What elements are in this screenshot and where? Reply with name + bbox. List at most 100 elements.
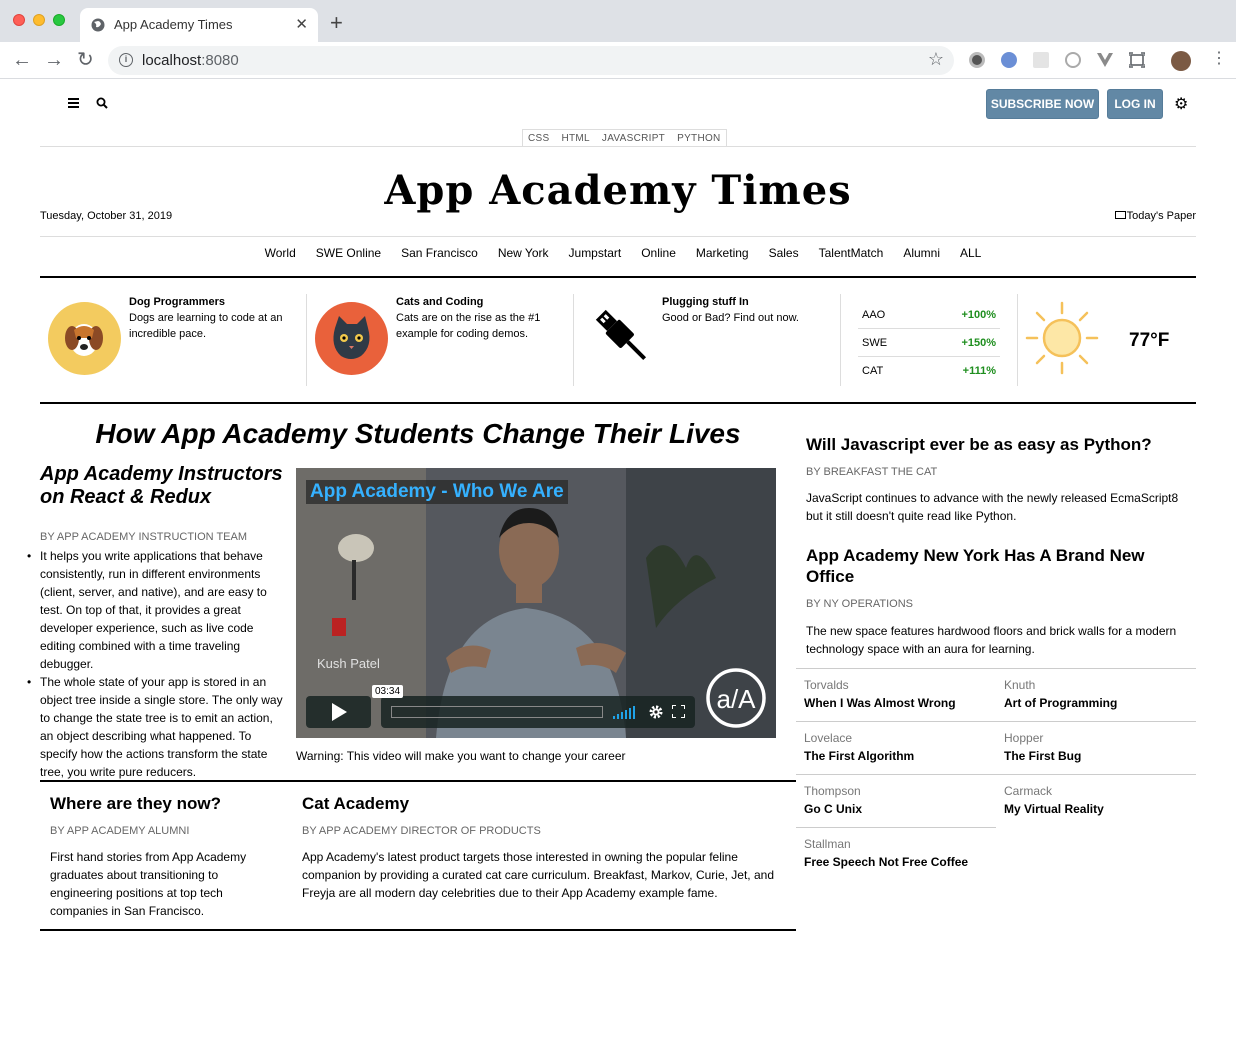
profile-avatar[interactable] — [1171, 51, 1191, 71]
section-link-talentmatch[interactable]: TalentMatch — [819, 246, 884, 260]
close-window-button[interactable] — [13, 14, 25, 26]
article-title[interactable]: Will Javascript ever be as easy as Pytho… — [806, 434, 1186, 455]
market-row[interactable]: SWE +150% — [858, 329, 1000, 357]
section-link-all[interactable]: ALL — [960, 246, 981, 260]
divider — [40, 236, 1196, 237]
extension-icon[interactable] — [1033, 52, 1049, 68]
feature-plugging-stuff-in[interactable]: Plugging stuff In Good or Bad? Find out … — [582, 294, 837, 386]
weather-temperature[interactable]: 77°F — [1129, 330, 1169, 352]
newspaper-icon — [1114, 211, 1126, 219]
url-port: :8080 — [201, 52, 239, 69]
section-link-jumpstart[interactable]: Jumpstart — [569, 246, 622, 260]
sub-headline[interactable]: App Academy Instructors on React & Redux — [40, 463, 290, 509]
language-link-python[interactable]: PYTHON — [677, 130, 720, 147]
maximize-window-button[interactable] — [53, 14, 65, 26]
author-work: Go C Unix — [804, 802, 863, 816]
globe-icon — [91, 18, 105, 32]
fullscreen-icon[interactable] — [672, 705, 685, 718]
author-name: Hopper — [1004, 731, 1044, 745]
address-bar[interactable]: i localhost:8080 ☆ — [108, 46, 954, 75]
byline: By APP ACADEMY DIRECTOR OF PRODUCTS — [302, 825, 541, 837]
todays-paper-link[interactable]: Today's Paper — [1114, 210, 1196, 222]
volume-icon[interactable] — [613, 706, 637, 719]
list-item: It helps you write applications that beh… — [27, 547, 288, 673]
search-icon[interactable] — [96, 97, 108, 109]
browser-tab[interactable]: App Academy Times ✕ — [80, 8, 318, 42]
author-cell[interactable]: Torvalds When I Was Almost Wrong Knuth A… — [796, 668, 1196, 721]
section-link-alumni[interactable]: Alumni — [903, 246, 940, 260]
section-link-swe-online[interactable]: SWE Online — [316, 246, 381, 260]
minimize-window-button[interactable] — [33, 14, 45, 26]
article-title[interactable]: Where are they now? — [50, 793, 221, 814]
feature-cats-and-coding[interactable]: Cats and Coding Cats are on the rise as … — [315, 294, 565, 386]
main-headline[interactable]: How App Academy Students Change Their Li… — [40, 418, 796, 450]
feature-title: Dog Programmers — [129, 296, 225, 308]
extension-icon[interactable] — [1001, 52, 1017, 68]
author-cell[interactable]: Lovelace The First Algorithm Hopper The … — [796, 721, 1196, 774]
close-tab-icon[interactable]: ✕ — [295, 15, 308, 33]
section-divider — [40, 929, 796, 931]
new-tab-button[interactable]: + — [330, 12, 343, 34]
extension-icon[interactable] — [969, 52, 985, 68]
language-link-css[interactable]: CSS — [528, 130, 549, 147]
feature-description: Good or Bad? Find out now. — [662, 312, 799, 324]
article-body: First hand stories from App Academy grad… — [50, 850, 247, 918]
feature-description: Dogs are learning to code at an incredib… — [129, 312, 283, 340]
author-name: Torvalds — [804, 678, 849, 692]
dog-icon — [48, 302, 121, 375]
author-cell[interactable]: Thompson Go C Unix Carmack My Virtual Re… — [796, 774, 1196, 827]
forward-icon[interactable]: → — [44, 49, 64, 71]
hamburger-menu-icon[interactable] — [68, 98, 79, 108]
extension-icon[interactable] — [1065, 52, 1081, 68]
language-link-javascript[interactable]: JAVASCRIPT — [602, 130, 665, 147]
byline: By APP ACADEMY ALUMNI — [50, 825, 190, 837]
article-title[interactable]: App Academy New York Has A Brand New Off… — [806, 545, 1186, 587]
back-icon[interactable]: ← — [12, 49, 32, 71]
author-work: The First Algorithm — [804, 749, 915, 763]
bookmark-star-icon[interactable]: ☆ — [928, 49, 944, 70]
market-row[interactable]: CAT +111% — [858, 357, 1000, 385]
video-title[interactable]: App Academy - Who We Are — [306, 480, 568, 504]
divider — [306, 294, 307, 386]
progress-bar[interactable] — [391, 706, 603, 718]
vue-devtools-icon[interactable] — [1097, 52, 1113, 68]
author-cell[interactable]: Stallman Free Speech Not Free Coffee — [796, 827, 996, 880]
section-link-new-york[interactable]: New York — [498, 246, 549, 260]
section-link-san-francisco[interactable]: San Francisco — [401, 246, 478, 260]
byline: By BREAKFAST THE CAT — [806, 466, 938, 478]
section-link-marketing[interactable]: Marketing — [696, 246, 749, 260]
todays-paper-label: Today's Paper — [1126, 210, 1196, 222]
settings-gear-icon[interactable]: ⚙ — [1174, 94, 1188, 114]
section-link-sales[interactable]: Sales — [769, 246, 799, 260]
market-ticker: AAO +100% SWE +150% CAT +111% — [858, 301, 1000, 385]
article-body: App Academy's latest product targets tho… — [302, 850, 774, 900]
divider — [1017, 294, 1018, 386]
feature-title: Cats and Coding — [396, 296, 484, 308]
subscribe-button[interactable]: SUBSCRIBE NOW — [986, 89, 1099, 119]
author-work: Art of Programming — [1004, 696, 1118, 710]
url-host: localhost — [142, 52, 202, 69]
section-link-world[interactable]: World — [265, 246, 296, 260]
language-link-html[interactable]: HTML — [561, 130, 589, 147]
ticker-symbol: CAT — [862, 365, 884, 377]
divider — [40, 146, 1196, 147]
video-player[interactable]: App Academy - Who We Are Kush Patel 03:3… — [296, 468, 776, 738]
ticker-change: +150% — [961, 336, 996, 349]
market-row[interactable]: AAO +100% — [858, 301, 1000, 329]
browser-menu-icon[interactable]: ⋮ — [1211, 51, 1227, 67]
play-button[interactable] — [306, 696, 371, 728]
speaker-name: Kush Patel — [317, 656, 380, 671]
section-divider — [40, 276, 1196, 278]
article-title[interactable]: Cat Academy — [302, 793, 409, 814]
masthead-title[interactable]: App Academy Times — [40, 167, 1196, 214]
screenshot-icon[interactable] — [1129, 52, 1145, 68]
section-link-online[interactable]: Online — [641, 246, 676, 260]
feature-dog-programmers[interactable]: Dog Programmers Dogs are learning to cod… — [48, 294, 298, 386]
reload-icon[interactable]: ↻ — [77, 49, 94, 71]
site-info-icon[interactable]: i — [119, 53, 133, 67]
ticker-symbol: SWE — [862, 336, 888, 349]
author-name: Knuth — [1004, 678, 1036, 692]
video-settings-icon[interactable] — [648, 704, 664, 720]
article-bullet-list: It helps you write applications that beh… — [27, 547, 288, 781]
login-button[interactable]: LOG IN — [1107, 89, 1163, 119]
